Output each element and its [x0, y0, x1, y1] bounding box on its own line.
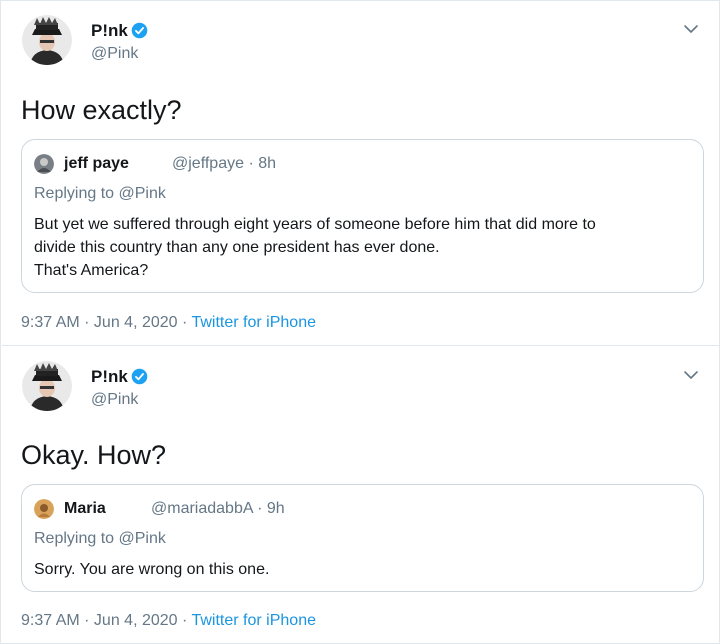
- author-name[interactable]: P!nk: [91, 21, 148, 41]
- tweet-footer: 9:37 AM · Jun 4, 2020 · Twitter for iPho…: [21, 611, 316, 631]
- tweet-text: Okay. How?: [21, 440, 167, 470]
- chevron-down-icon[interactable]: [682, 20, 700, 38]
- maria-avatar-icon: [34, 499, 54, 519]
- tweet-timestamp[interactable]: 9:37 AM · Jun 4, 2020: [21, 314, 178, 331]
- author-name[interactable]: P!nk: [91, 367, 148, 387]
- tweet-thread: P!nk @Pink How exactly? jeff paye @jeffp…: [0, 0, 720, 644]
- replying-prefix: Replying to: [34, 530, 115, 547]
- tweet-source-link[interactable]: Twitter for iPhone: [191, 314, 316, 331]
- pink-avatar-icon[interactable]: [22, 361, 72, 411]
- quoted-tweet[interactable]: Maria @mariadabbA · 9h Replying to @Pink…: [21, 484, 704, 592]
- quoted-time: 9h: [266, 500, 285, 517]
- quoted-author-handle: @jeffpaye: [172, 155, 244, 172]
- replying-prefix: Replying to: [34, 185, 115, 202]
- tweet-source-link[interactable]: Twitter for iPhone: [191, 612, 316, 629]
- footer-separator: ·: [182, 314, 188, 331]
- quoted-author-meta: @jeffpaye · 8h: [172, 154, 276, 174]
- tweet[interactable]: P!nk @Pink Okay. How? Maria @mariadabbA …: [2, 347, 720, 644]
- quoted-author-name: jeff paye: [64, 155, 129, 172]
- quoted-author-name: Maria: [64, 500, 106, 517]
- chevron-down-icon[interactable]: [682, 366, 700, 384]
- tweet-footer: 9:37 AM · Jun 4, 2020 · Twitter for iPho…: [21, 313, 316, 333]
- quoted-tweet[interactable]: jeff paye @jeffpaye · 8h Replying to @Pi…: [21, 139, 704, 293]
- quoted-tweet-text: But yet we suffered through eight years …: [34, 216, 596, 279]
- quoted-tweet-text: Sorry. You are wrong on this one.: [34, 561, 270, 578]
- author-handle[interactable]: @Pink: [91, 390, 138, 410]
- quoted-author-handle: @mariadabbA: [151, 500, 253, 517]
- jeff-avatar-icon: [34, 154, 54, 174]
- replying-mention: @Pink: [118, 530, 166, 547]
- replying-to: Replying to @Pink: [34, 184, 166, 204]
- pink-avatar-icon[interactable]: [22, 15, 72, 65]
- quoted-time: 8h: [258, 155, 277, 172]
- verified-badge-icon: [131, 368, 148, 385]
- tweet-timestamp[interactable]: 9:37 AM · Jun 4, 2020: [21, 612, 178, 629]
- meta-separator: ·: [248, 155, 254, 172]
- tweet-divider: [2, 345, 720, 346]
- tweet[interactable]: P!nk @Pink How exactly? jeff paye @jeffp…: [2, 2, 720, 345]
- quoted-author-meta: @mariadabbA · 9h: [151, 499, 285, 519]
- meta-separator: ·: [257, 500, 263, 517]
- replying-mention: @Pink: [118, 185, 166, 202]
- replying-to: Replying to @Pink: [34, 529, 166, 549]
- verified-badge-icon: [131, 22, 148, 39]
- tweet-text: How exactly?: [21, 95, 182, 125]
- author-handle[interactable]: @Pink: [91, 44, 138, 64]
- footer-separator: ·: [182, 612, 188, 629]
